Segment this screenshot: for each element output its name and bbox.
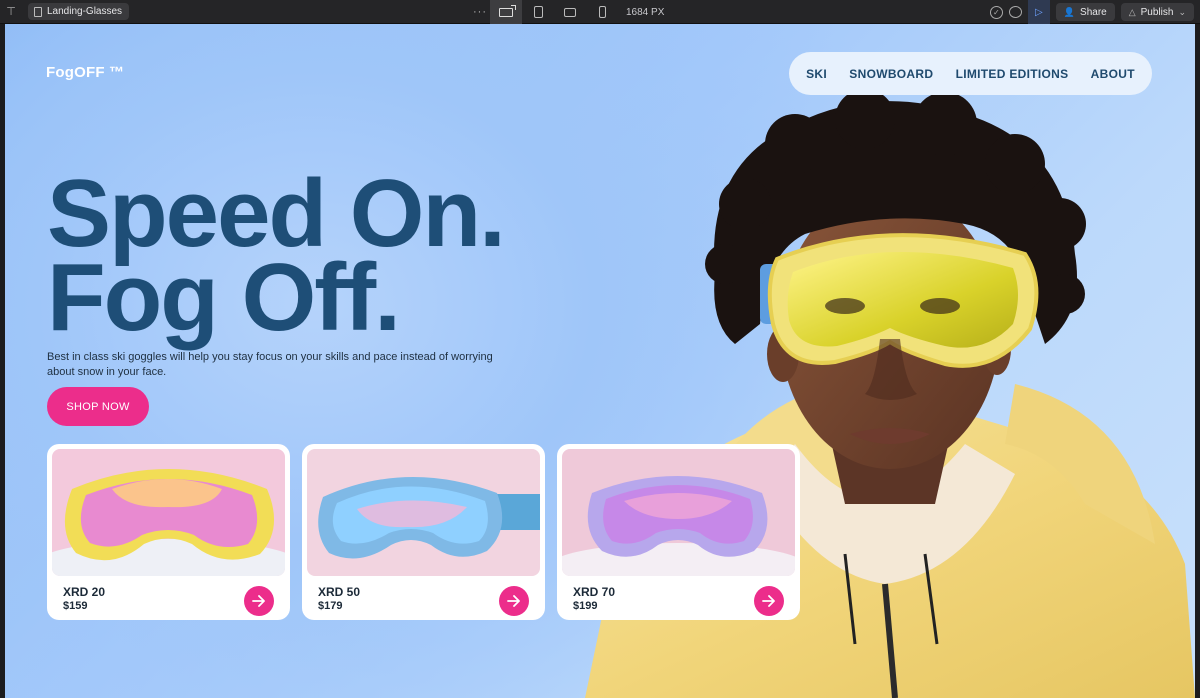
product-image xyxy=(307,449,540,576)
publish-button[interactable]: △ Publish ⌄ xyxy=(1120,3,1194,21)
share-button[interactable]: 👤 Share xyxy=(1055,3,1115,21)
document-tab-label: Landing-Glasses xyxy=(47,6,123,17)
nav-item-snowboard[interactable]: SNOWBOARD xyxy=(849,67,933,81)
toolbar-actions: ✓ ▷ 👤 Share △ Publish ⌄ xyxy=(989,0,1194,24)
hero-subtitle: Best in class ski goggles will help you … xyxy=(47,351,493,378)
headline-line-2: Fog Off. xyxy=(47,244,401,351)
desktop-view-button[interactable] xyxy=(490,0,522,24)
arrow-right-icon xyxy=(507,595,520,607)
phone-icon xyxy=(598,6,606,18)
product-name: XRD 70 xyxy=(573,585,616,599)
preview-play-button[interactable]: ▷ xyxy=(1027,0,1050,24)
product-card[interactable]: XRD 20 $159 xyxy=(47,444,290,620)
arrow-right-icon xyxy=(252,595,265,607)
hero-headline: Speed On. Fog Off. xyxy=(47,166,527,351)
editor-toolbar: ⊤ Landing-Glasses ··· 1684 PX ✓ ▷ 👤 Shar… xyxy=(0,0,1200,24)
nav-item-about[interactable]: ABOUT xyxy=(1091,67,1135,81)
main-nav: SKI SNOWBOARD LIMITED EDITIONS ABOUT xyxy=(789,52,1152,95)
play-icon: ▷ xyxy=(1034,6,1043,18)
arrow-right-icon xyxy=(762,595,775,607)
nav-item-limited-editions[interactable]: LIMITED EDITIONS xyxy=(956,67,1069,81)
document-icon xyxy=(34,6,42,17)
page-canvas: FogOFF ™ SKI SNOWBOARD LIMITED EDITIONS … xyxy=(5,24,1195,698)
document-tab[interactable]: Landing-Glasses xyxy=(28,3,130,20)
brand-logo[interactable]: FogOFF ™ xyxy=(46,64,124,81)
check-icon[interactable]: ✓ xyxy=(989,5,1003,19)
device-switcher: ··· 1684 PX xyxy=(470,0,664,24)
tablet-view-button[interactable] xyxy=(522,0,554,24)
product-view-button[interactable] xyxy=(754,586,784,616)
product-card[interactable]: XRD 50 $179 xyxy=(302,444,545,620)
nav-item-ski[interactable]: SKI xyxy=(806,67,827,81)
desktop-icon xyxy=(499,4,516,17)
product-name: XRD 20 xyxy=(63,585,106,599)
product-price: $159 xyxy=(63,600,88,612)
more-icon[interactable]: ··· xyxy=(470,6,490,18)
product-image xyxy=(562,449,795,576)
person-icon: 👤 xyxy=(1063,6,1076,17)
product-cards: XRD 20 $159 XRD 50 $179 XRD 70 $199 xyxy=(47,444,800,620)
phone-view-button[interactable] xyxy=(586,0,618,24)
product-name: XRD 50 xyxy=(318,585,361,599)
tablet-icon xyxy=(533,6,543,18)
product-view-button[interactable] xyxy=(244,586,274,616)
tablet-landscape-icon xyxy=(564,7,576,17)
product-image xyxy=(52,449,285,576)
menu-icon[interactable]: ⊤ xyxy=(0,0,22,24)
share-label: Share xyxy=(1080,6,1107,18)
product-card[interactable]: XRD 70 $199 xyxy=(557,444,800,620)
publish-icon: △ xyxy=(1128,6,1136,17)
product-price: $199 xyxy=(573,600,598,612)
chevron-down-icon: ⌄ xyxy=(1178,6,1186,17)
shop-now-button[interactable]: SHOP NOW xyxy=(47,387,149,426)
comment-icon[interactable] xyxy=(1008,6,1022,18)
tablet-landscape-view-button[interactable] xyxy=(554,0,586,24)
canvas-width-readout[interactable]: 1684 PX xyxy=(626,7,664,18)
product-view-button[interactable] xyxy=(499,586,529,616)
publish-label: Publish xyxy=(1140,6,1174,18)
product-price: $179 xyxy=(318,600,343,612)
